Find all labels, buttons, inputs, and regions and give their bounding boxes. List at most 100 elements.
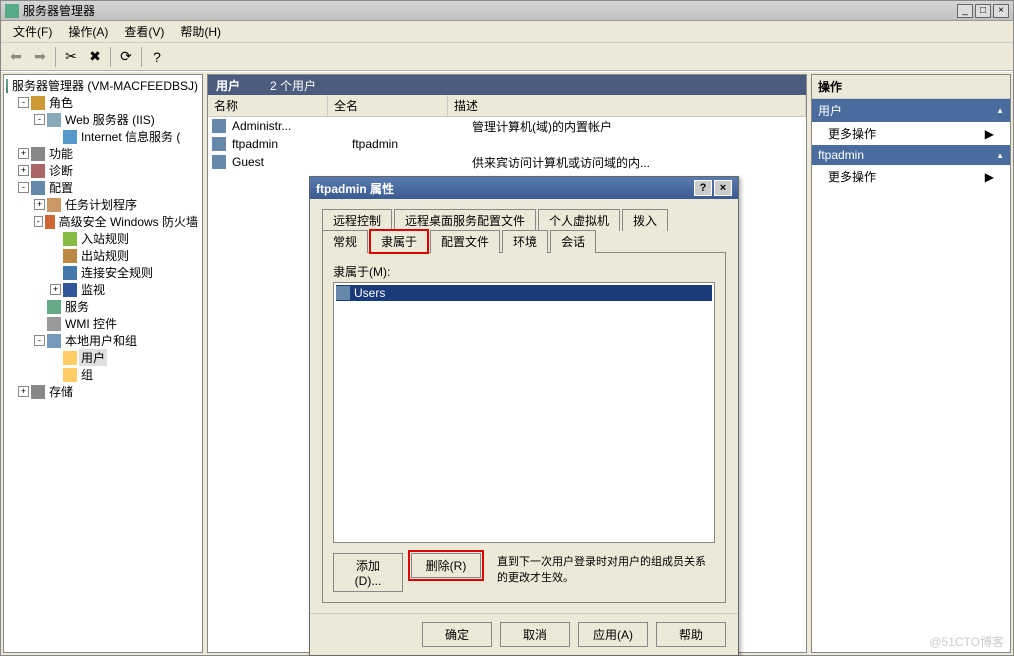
tree-diag[interactable]: +诊断	[6, 162, 200, 179]
member-of-listbox[interactable]: Users	[333, 282, 715, 543]
expand-icon[interactable]: +	[18, 148, 29, 159]
tab-member-of[interactable]: 隶属于	[370, 230, 428, 253]
action-pane: 操作 用户▲ 更多操作▶ ftpadmin▲ 更多操作▶	[811, 74, 1011, 653]
collapse-icon[interactable]: -	[18, 97, 29, 108]
tree-connsec[interactable]: 连接安全规则	[6, 264, 200, 281]
forward-button: ➡	[29, 46, 51, 68]
user-icon	[212, 155, 226, 169]
actions-more-2[interactable]: 更多操作▶	[812, 165, 1010, 188]
monitor-icon	[63, 283, 77, 297]
collapse-icon[interactable]: -	[18, 182, 29, 193]
wmi-icon	[47, 317, 61, 331]
col-name[interactable]: 名称	[208, 95, 328, 116]
help-icon[interactable]: ?	[146, 46, 168, 68]
apply-button[interactable]: 应用(A)	[578, 622, 648, 647]
group-icon	[336, 286, 350, 300]
tree-iis[interactable]: Internet 信息服务 (	[6, 128, 200, 145]
separator	[55, 47, 56, 67]
tab-remote-control[interactable]: 远程控制	[322, 209, 392, 231]
actions-users-header[interactable]: 用户▲	[812, 99, 1010, 122]
expand-icon[interactable]: +	[50, 284, 61, 295]
tab-profile[interactable]: 配置文件	[430, 230, 500, 253]
actions-ftpadmin-header[interactable]: ftpadmin▲	[812, 145, 1010, 165]
cancel-button[interactable]: 取消	[500, 622, 570, 647]
tab-rds-profile[interactable]: 远程桌面服务配置文件	[394, 209, 536, 231]
mid-header: 用户 2 个用户	[208, 75, 806, 95]
tab-general[interactable]: 常规	[322, 230, 368, 253]
collapse-arrow-icon: ▲	[996, 106, 1004, 115]
collapse-icon[interactable]: -	[34, 114, 45, 125]
tree-monitor[interactable]: +监视	[6, 281, 200, 298]
refresh-icon[interactable]: ⟳	[115, 46, 137, 68]
users-groups-icon	[47, 334, 61, 348]
col-description[interactable]: 描述	[448, 95, 806, 116]
dialog-close-button[interactable]: ×	[714, 180, 732, 196]
connsec-icon	[63, 266, 77, 280]
remove-button[interactable]: 删除(R)	[411, 553, 481, 578]
tab-row-1: 远程控制 远程桌面服务配置文件 个人虚拟机 拨入	[322, 209, 726, 230]
folder-icon	[63, 351, 77, 365]
services-icon	[47, 300, 61, 314]
actions-more-1[interactable]: 更多操作▶	[812, 122, 1010, 145]
task-icon	[47, 198, 61, 212]
tree-groups[interactable]: 组	[6, 366, 200, 383]
tree-wmi[interactable]: WMI 控件	[6, 315, 200, 332]
tree-inbound[interactable]: 入站规则	[6, 230, 200, 247]
ok-button[interactable]: 确定	[422, 622, 492, 647]
tree-roles[interactable]: -角色	[6, 94, 200, 111]
tab-dialin[interactable]: 拨入	[622, 209, 668, 231]
user-icon	[212, 137, 226, 151]
menu-action[interactable]: 操作(A)	[60, 21, 116, 42]
list-row[interactable]: ftpadminftpadmin	[208, 135, 806, 153]
cut-icon[interactable]: ✂	[60, 46, 82, 68]
app-icon	[5, 4, 19, 18]
delete-icon[interactable]: ✖	[84, 46, 106, 68]
tree-config[interactable]: -配置	[6, 179, 200, 196]
list-header: 名称 全名 描述	[208, 95, 806, 117]
tree-pane[interactable]: 服务器管理器 (VM-MACFEEDBSJ) -角色 -Web 服务器 (IIS…	[3, 74, 203, 653]
tree-services[interactable]: 服务	[6, 298, 200, 315]
collapse-icon[interactable]: -	[34, 216, 43, 227]
expand-icon[interactable]: +	[34, 199, 45, 210]
chevron-right-icon: ▶	[985, 127, 994, 141]
tab-session[interactable]: 会话	[550, 230, 596, 253]
tree-features[interactable]: +功能	[6, 145, 200, 162]
tree-web[interactable]: -Web 服务器 (IIS)	[6, 111, 200, 128]
menu-file[interactable]: 文件(F)	[5, 21, 60, 42]
minimize-button[interactable]: _	[957, 4, 973, 18]
config-icon	[31, 181, 45, 195]
tab-personal-vm[interactable]: 个人虚拟机	[538, 209, 620, 231]
list-row[interactable]: Administr...管理计算机(域)的内置帐户	[208, 117, 806, 135]
close-button[interactable]: ×	[993, 4, 1009, 18]
tab-environment[interactable]: 环境	[502, 230, 548, 253]
tree-storage[interactable]: +存储	[6, 383, 200, 400]
note-text: 直到下一次用户登录时对用户的组成员关系的更改才生效。	[497, 553, 715, 585]
tree-outbound[interactable]: 出站规则	[6, 247, 200, 264]
window-title: 服务器管理器	[23, 2, 955, 19]
expand-icon[interactable]: +	[18, 165, 29, 176]
tree-root[interactable]: 服务器管理器 (VM-MACFEEDBSJ)	[6, 77, 200, 94]
outbound-icon	[63, 249, 77, 263]
list-row[interactable]: Guest供来宾访问计算机或访问域的内...	[208, 153, 806, 171]
chevron-right-icon: ▶	[985, 170, 994, 184]
collapse-icon[interactable]: -	[34, 335, 45, 346]
tree-users[interactable]: 用户	[6, 349, 200, 366]
tree-firewall[interactable]: -高级安全 Windows 防火墙	[6, 213, 200, 230]
dialog-help-button[interactable]: ?	[694, 180, 712, 196]
inbound-icon	[63, 232, 77, 246]
expand-icon[interactable]: +	[18, 386, 29, 397]
tree-task[interactable]: +任务计划程序	[6, 196, 200, 213]
add-button[interactable]: 添加(D)...	[333, 553, 403, 592]
menu-help[interactable]: 帮助(H)	[172, 21, 229, 42]
collapse-arrow-icon: ▲	[996, 151, 1004, 160]
col-fullname[interactable]: 全名	[328, 95, 448, 116]
tree-localug[interactable]: -本地用户和组	[6, 332, 200, 349]
menu-view[interactable]: 查看(V)	[116, 21, 172, 42]
dialog-title: ftpadmin 属性	[316, 180, 394, 197]
actions-title: 操作	[812, 75, 1010, 99]
help-button[interactable]: 帮助	[656, 622, 726, 647]
back-button: ⬅	[5, 46, 27, 68]
maximize-button[interactable]: □	[975, 4, 991, 18]
listbox-item-users[interactable]: Users	[336, 285, 712, 301]
properties-dialog: ftpadmin 属性 ? × 远程控制 远程桌面服务配置文件 个人虚拟机 拨入…	[309, 176, 739, 656]
